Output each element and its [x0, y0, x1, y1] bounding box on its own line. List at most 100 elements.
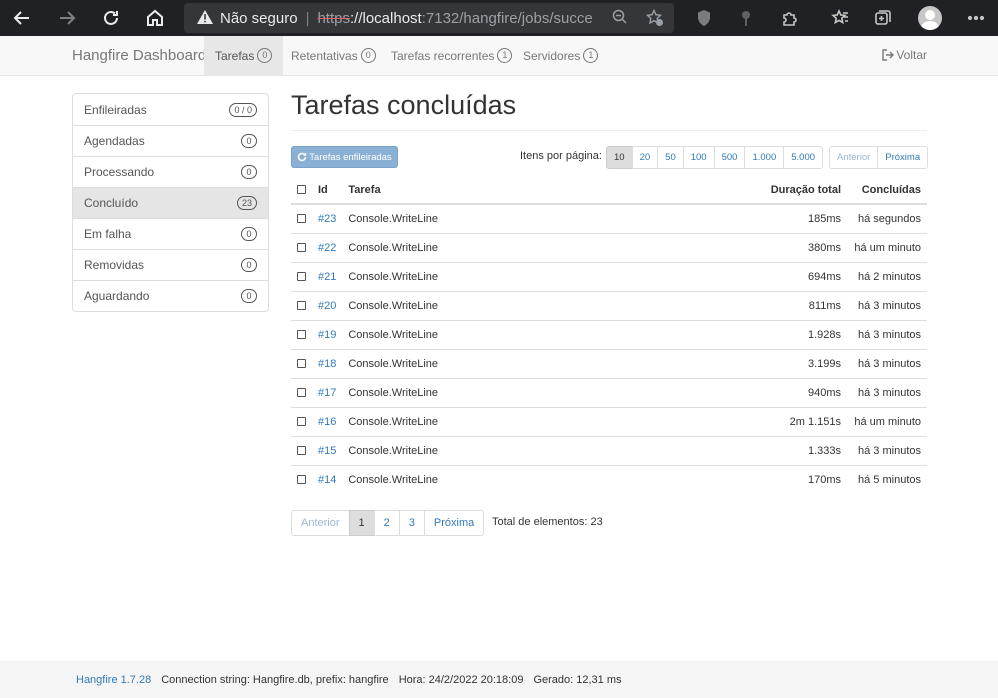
page-size-100[interactable]: 100 — [682, 146, 715, 169]
extensions-puzzle-icon[interactable] — [776, 4, 804, 32]
nav-recurring[interactable]: Tarefas recorrentes 1 — [380, 36, 523, 75]
job-id-link[interactable]: #20 — [318, 300, 336, 312]
job-succeeded-time: há 3 minutos — [847, 377, 927, 407]
refresh-icon[interactable] — [97, 4, 125, 32]
table-row: #20 Console.WriteLine 811ms há 3 minutos — [291, 290, 927, 320]
favorites-icon[interactable] — [826, 4, 854, 32]
job-name: Console.WriteLine — [342, 377, 622, 407]
page-size-50[interactable]: 50 — [657, 146, 684, 169]
more-menu-icon[interactable] — [962, 4, 990, 32]
job-name: Console.WriteLine — [342, 261, 622, 291]
row-checkbox[interactable] — [297, 388, 306, 398]
job-duration: 1.333s — [621, 435, 847, 465]
job-id-link[interactable]: #21 — [318, 271, 336, 283]
separator: | — [305, 9, 310, 27]
job-id-link[interactable]: #14 — [318, 474, 336, 486]
sidebar-item-processing[interactable]: Processando 0 — [73, 156, 268, 187]
page-button-1[interactable]: 1 — [348, 510, 375, 536]
nav-retries[interactable]: Retentativas 0 — [280, 36, 387, 75]
sidebar-item-count: 0 — [241, 258, 257, 272]
job-duration: 380ms — [621, 232, 847, 262]
sidebar-item-failed[interactable]: Em falha 0 — [73, 218, 268, 249]
page-size-500[interactable]: 500 — [713, 146, 746, 169]
forward-arrow-icon[interactable] — [53, 4, 81, 32]
zoom-out-icon[interactable] — [612, 9, 628, 28]
sidebar-item-label: Concluído — [84, 196, 139, 210]
page-button-2[interactable]: 2 — [373, 510, 400, 536]
job-id-link[interactable]: #18 — [318, 358, 336, 370]
connection-string: Connection string: Hangfire.db, prefix: … — [161, 673, 389, 686]
sidebar-item-deleted[interactable]: Removidas 0 — [73, 249, 268, 280]
next-button-top[interactable]: Próxima — [877, 146, 929, 169]
row-checkbox[interactable] — [297, 475, 306, 485]
prev-button[interactable]: Anterior — [291, 510, 350, 536]
sidebar-item-count: 23 — [236, 196, 257, 210]
sidebar-item-enqueued[interactable]: Enfileiradas 0 / 0 — [73, 94, 268, 125]
collections-icon[interactable] — [869, 4, 897, 32]
column-header-id: Id — [312, 176, 343, 205]
job-succeeded-time: há 3 minutos — [847, 290, 927, 320]
job-name: Console.WriteLine — [342, 319, 622, 349]
table-row: #18 Console.WriteLine 3.199s há 3 minutos — [291, 348, 927, 378]
job-id-link[interactable]: #19 — [318, 329, 336, 341]
add-favorite-icon[interactable] — [645, 8, 664, 30]
table-row: #17 Console.WriteLine 940ms há 3 minutos — [291, 377, 927, 407]
job-id-link[interactable]: #23 — [318, 213, 336, 225]
row-checkbox[interactable] — [297, 446, 306, 456]
sidebar-item-scheduled[interactable]: Agendadas 0 — [73, 125, 268, 156]
prev-button-top[interactable]: Anterior — [829, 146, 879, 169]
version-link[interactable]: Hangfire 1.7.28 — [76, 674, 151, 686]
row-checkbox[interactable] — [297, 301, 306, 311]
job-succeeded-time: há 3 minutos — [847, 435, 927, 465]
job-name: Console.WriteLine — [342, 232, 622, 262]
page-size-1000[interactable]: 1.000 — [744, 146, 785, 169]
job-id-link[interactable]: #15 — [318, 445, 336, 457]
back-label: Voltar — [896, 48, 927, 62]
requeue-button[interactable]: Tarefas enfileiradas — [291, 146, 398, 168]
top-pager: Anterior Próxima — [829, 146, 929, 169]
row-checkbox[interactable] — [297, 214, 306, 224]
address-bar[interactable]: Não seguro | https://localhost:7132/hang… — [184, 3, 674, 33]
row-checkbox[interactable] — [297, 272, 306, 282]
home-icon[interactable] — [141, 4, 169, 32]
back-arrow-icon[interactable] — [8, 4, 36, 32]
page-size-5000[interactable]: 5.000 — [783, 146, 824, 169]
sidebar-item-label: Aguardando — [84, 289, 150, 303]
sidebar-item-succeeded[interactable]: Concluído 23 — [73, 187, 268, 218]
sidebar-item-label: Processando — [84, 165, 155, 179]
table-row: #22 Console.WriteLine 380ms há um minuto — [291, 232, 927, 262]
nav-recurring-count: 1 — [497, 48, 513, 63]
page-size-10[interactable]: 10 — [606, 146, 633, 169]
job-name: Console.WriteLine — [342, 435, 622, 465]
profile-avatar-icon[interactable] — [918, 6, 942, 30]
job-id-link[interactable]: #17 — [318, 387, 336, 399]
row-checkbox[interactable] — [297, 243, 306, 253]
job-id-link[interactable]: #22 — [318, 242, 336, 254]
nav-servers-count: 1 — [583, 48, 599, 63]
job-succeeded-time: há 3 minutos — [847, 319, 927, 349]
shield-extension-icon[interactable] — [690, 4, 718, 32]
security-label[interactable]: Não seguro — [220, 10, 298, 27]
table-header-row: Id Tarefa Duração total Concluídas — [291, 176, 927, 205]
sidebar-item-awaiting[interactable]: Aguardando 0 — [73, 280, 268, 311]
next-button[interactable]: Próxima — [423, 510, 485, 536]
job-duration: 940ms — [621, 377, 847, 407]
row-checkbox[interactable] — [297, 330, 306, 340]
row-checkbox[interactable] — [297, 417, 306, 427]
sidebar-item-label: Agendadas — [84, 134, 145, 148]
select-all-checkbox[interactable] — [297, 185, 306, 195]
row-checkbox[interactable] — [297, 359, 306, 369]
url-text[interactable]: https://localhost:7132/hangfire/jobs/suc… — [317, 10, 592, 27]
page-size-20[interactable]: 20 — [631, 146, 659, 169]
back-to-site-link[interactable]: Voltar — [882, 48, 927, 62]
column-header-duration: Duração total — [621, 176, 847, 205]
top-navbar: Hangfire Dashboard Tarefas 0 Retentativa… — [0, 36, 998, 76]
brand-link[interactable]: Hangfire Dashboard — [72, 47, 206, 64]
page-button-3[interactable]: 3 — [398, 510, 425, 536]
warning-icon[interactable] — [196, 9, 214, 28]
requeue-label: Tarefas enfileiradas — [309, 151, 392, 163]
nav-jobs[interactable]: Tarefas 0 — [204, 36, 284, 75]
key-extension-icon[interactable] — [732, 4, 760, 32]
nav-servers[interactable]: Servidores 1 — [512, 36, 609, 75]
job-id-link[interactable]: #16 — [318, 416, 336, 428]
